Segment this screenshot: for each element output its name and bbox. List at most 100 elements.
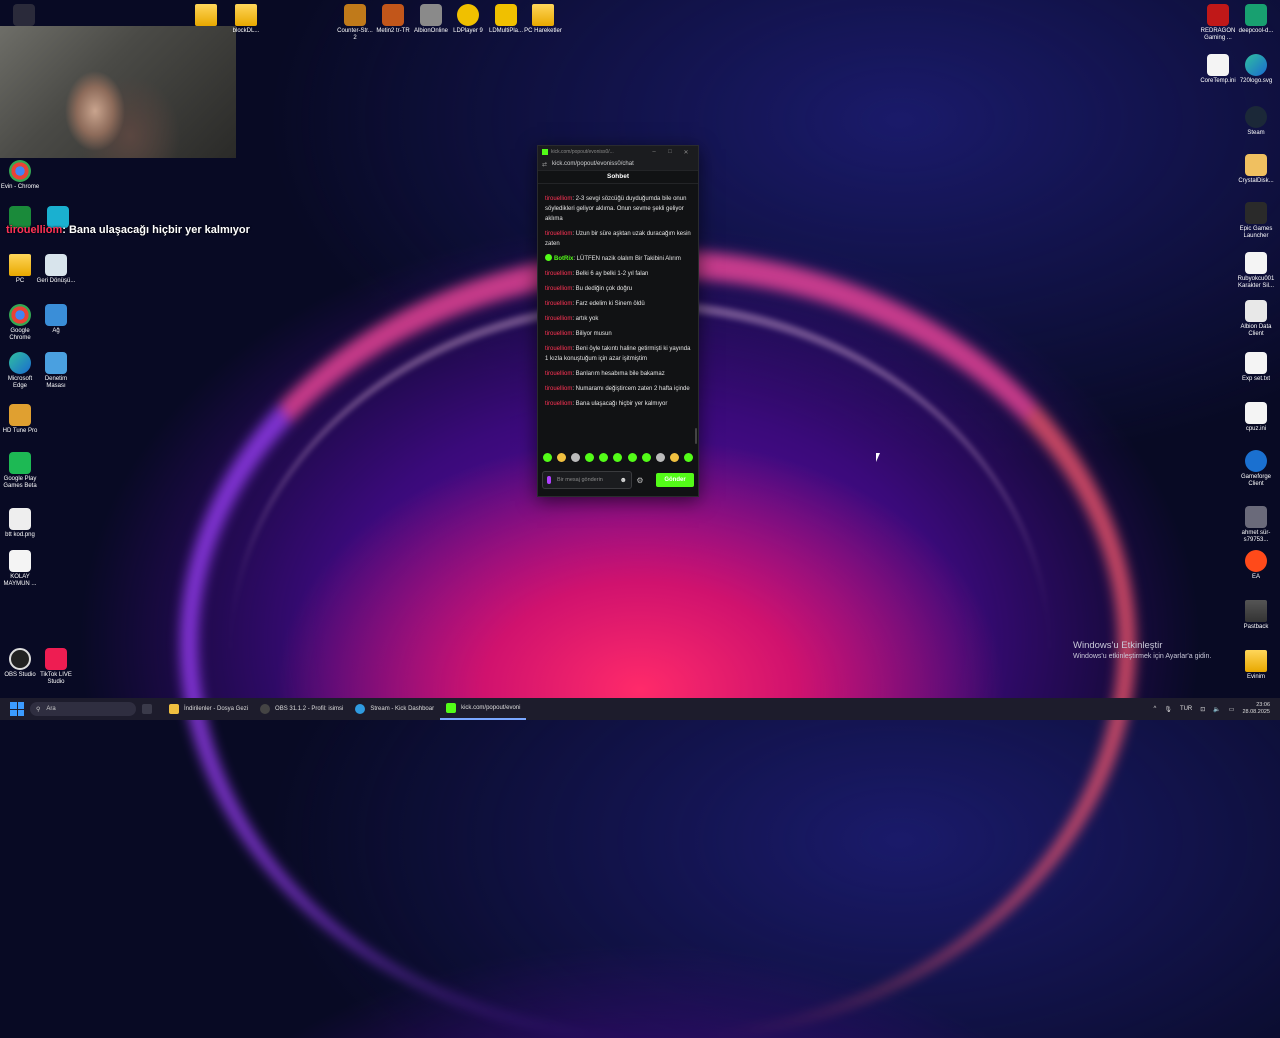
text-file-icon xyxy=(1245,352,1267,374)
desktop-icon-evin-chrome[interactable]: Evin - Chrome xyxy=(0,160,40,191)
taskbar-item-kick-popout[interactable]: kick.com/popout/evoni xyxy=(440,698,527,720)
window-titlebar: kick.com/popout/evoniss0/... – □ ✕ xyxy=(538,146,698,158)
maximize-icon[interactable]: □ xyxy=(662,149,678,155)
desktop-icon-rubyokcu[interactable]: Rubyokcu001 Karakter Sil... xyxy=(1236,252,1276,290)
gameforge-icon xyxy=(1245,450,1267,472)
desktop-icon-ldplayer[interactable]: LDPlayer 9 xyxy=(448,4,488,35)
kick-icon xyxy=(446,703,457,713)
chat-message-list[interactable]: tirouelliom: 2-3 sevgi sözcüğü duyduğumd… xyxy=(538,194,698,446)
chat-username[interactable]: BotRix xyxy=(554,256,573,262)
emote-icon[interactable] xyxy=(585,453,595,462)
send-button[interactable]: Gönder xyxy=(656,473,694,487)
desktop-icon-tiktok-live[interactable]: TikTok LIVE Studio xyxy=(36,648,76,686)
chat-username[interactable]: tirouelliom xyxy=(545,271,572,277)
desktop-icon-epic[interactable]: Epic Games Launcher xyxy=(1236,202,1276,240)
desktop-icon-gameforge[interactable]: Gameforge Client xyxy=(1236,450,1276,488)
chat-username[interactable]: tirouelliom xyxy=(545,301,572,307)
emote-icon[interactable] xyxy=(613,453,623,462)
emote-icon[interactable] xyxy=(571,453,581,462)
desktop-icon-btt-kod[interactable]: btt kod.png xyxy=(0,508,40,539)
app-icon xyxy=(13,4,35,26)
desktop-icon-albion[interactable]: AlbionOnline xyxy=(411,4,451,35)
network-icon[interactable]: ⊡ xyxy=(1200,706,1205,713)
desktop-icon-google-play-games[interactable]: Google Play Games Beta xyxy=(0,452,40,490)
chat-username[interactable]: tirouelliom xyxy=(545,401,572,407)
desktop-icon-recycle-bin[interactable]: Geri Dönüşü... xyxy=(36,254,76,285)
taskbar-search[interactable]: ⚲ Ara xyxy=(30,702,136,716)
desktop-icon-ahmet[interactable]: ahmet sür-s79753... xyxy=(1236,506,1276,544)
chat-username[interactable]: tirouelliom xyxy=(545,331,572,337)
desktop-icon-ea[interactable]: EA xyxy=(1236,550,1276,581)
chat-username[interactable]: tirouelliom xyxy=(545,386,572,392)
control-panel-icon xyxy=(45,352,67,374)
emote-icon[interactable] xyxy=(641,453,651,462)
chat-username[interactable]: tirouelliom xyxy=(545,231,572,237)
clock[interactable]: 23:06 28.08.2025 xyxy=(1242,702,1270,716)
chrome-icon xyxy=(355,704,366,714)
desktop-icon-720logo[interactable]: 720logo.svg xyxy=(1236,54,1276,85)
windows-start-icon[interactable] xyxy=(10,702,24,716)
desktop-icon-blockdl[interactable]: blockDL... xyxy=(224,4,268,35)
emote-icon[interactable] xyxy=(599,453,609,462)
language-indicator[interactable]: TUR xyxy=(1180,706,1192,712)
emote-icon[interactable] xyxy=(683,453,693,462)
desktop-icon-metin2[interactable]: Metin2 tr-TR xyxy=(373,4,413,35)
chat-username[interactable]: tirouelliom xyxy=(545,196,572,202)
chat-message: tirouelliom: Biliyor musun xyxy=(545,331,612,337)
desktop-icon-hdtune[interactable]: HD Tune Pro xyxy=(0,404,40,435)
gear-icon[interactable]: ⚙ xyxy=(632,476,648,485)
recycle-bin-icon xyxy=(45,254,67,276)
address-bar[interactable]: ⇄ kick.com/popout/evoniss0/chat xyxy=(538,158,698,171)
ea-icon xyxy=(1245,550,1267,572)
chevron-up-icon[interactable]: ^ xyxy=(1153,706,1156,712)
emote-icon[interactable] xyxy=(669,453,679,462)
desktop-icon-system[interactable] xyxy=(4,4,44,28)
desktop-icon-steam[interactable]: Steam xyxy=(1236,106,1276,137)
desktop-icon-deepcool[interactable]: deepcool-d... xyxy=(1236,4,1276,35)
chat-username[interactable]: tirouelliom xyxy=(545,316,572,322)
emoji-icon[interactable]: ☻ xyxy=(620,477,627,484)
chat-username[interactable]: tirouelliom xyxy=(545,286,572,292)
emote-icon[interactable] xyxy=(543,453,552,462)
desktop-icon-network[interactable]: Ağ xyxy=(36,304,76,335)
desktop-icon-kolay-maymun[interactable]: KOLAY MAYMUN ... xyxy=(0,550,40,588)
desktop-icon-coretemp[interactable]: CoreTemp.ini xyxy=(1198,54,1238,85)
obs-icon xyxy=(9,648,31,670)
emote-icon[interactable] xyxy=(655,453,665,462)
desktop-icon-obs[interactable]: OBS Studio xyxy=(0,648,40,679)
desktop-icon-crystaldisk[interactable]: CrystalDisk... xyxy=(1236,154,1276,185)
chat-username[interactable]: tirouelliom xyxy=(545,346,572,352)
desktop-icon-cpuz[interactable]: cpuz.ini xyxy=(1236,402,1276,433)
desktop-icon-albion-data[interactable]: Albion Data Client xyxy=(1236,300,1276,338)
desktop-icon-exp-set[interactable]: Exp set.txt xyxy=(1236,352,1276,383)
chat-scrollbar[interactable] xyxy=(695,428,697,444)
taskbar-file-explorer-pin[interactable] xyxy=(136,698,163,720)
taskbar-item-file-explorer[interactable]: İndirilenler - Dosya Gezi xyxy=(163,698,254,720)
desktop-icon-pastback[interactable]: Pastback xyxy=(1236,600,1276,631)
desktop-icon-control-panel[interactable]: Denetim Masası xyxy=(36,352,76,390)
close-icon[interactable]: ✕ xyxy=(678,149,694,156)
desktop-icon-ldmulti[interactable]: LDMultiPla... xyxy=(486,4,526,35)
chat-message: tirouelliom: Uzun bir süre aşktan uzak d… xyxy=(545,231,691,247)
microphone-icon[interactable]: 🎙 xyxy=(1164,706,1172,713)
desktop-icon-pc[interactable]: PC xyxy=(0,254,40,285)
site-settings-icon[interactable]: ⇄ xyxy=(542,161,547,168)
desktop-icon-evinim[interactable]: Evinim xyxy=(1236,650,1276,681)
desktop-icon-folder[interactable] xyxy=(186,4,226,28)
desktop-icon-edge[interactable]: Microsoft Edge xyxy=(0,352,40,390)
battery-icon[interactable]: ▭ xyxy=(1229,706,1235,713)
chat-message-input[interactable]: Bir mesaj gönderin ☻ xyxy=(542,471,632,489)
taskbar-item-kick-dashboard[interactable]: Stream - Kick Dashboar xyxy=(349,698,440,720)
minimize-icon[interactable]: – xyxy=(646,149,662,155)
volume-icon[interactable]: 🔈 xyxy=(1213,706,1220,713)
desktop-icon-cs2[interactable]: Counter-Str... 2 xyxy=(335,4,375,42)
chat-username[interactable]: tirouelliom xyxy=(545,371,572,377)
emote-icon[interactable] xyxy=(557,453,567,462)
emote-bar xyxy=(543,453,693,465)
chrome-icon xyxy=(9,304,31,326)
desktop-icon-google-chrome[interactable]: Google Chrome xyxy=(0,304,40,342)
desktop-icon-pc-hareketler[interactable]: PC Hareketler xyxy=(523,4,563,35)
emote-icon[interactable] xyxy=(627,453,637,462)
desktop-icon-redragon[interactable]: REDRAGON Gaming ... xyxy=(1198,4,1238,42)
taskbar-item-obs[interactable]: OBS 31.1.2 - Profil: isimsi xyxy=(254,698,349,720)
